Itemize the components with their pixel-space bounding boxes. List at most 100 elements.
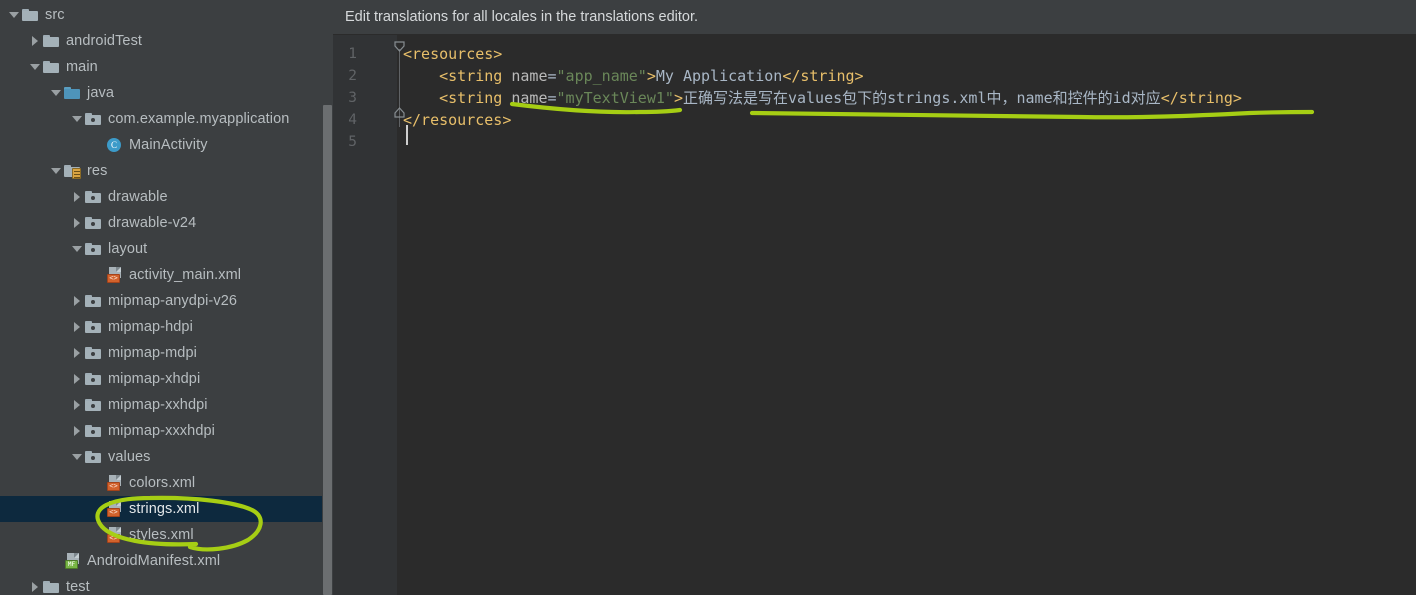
tree-item-test[interactable]: test [0, 574, 333, 595]
tree-item-label: styles.xml [129, 527, 194, 543]
collapse-arrow-icon[interactable] [69, 444, 84, 470]
tree-item-label: java [87, 85, 114, 101]
expand-arrow-icon[interactable] [69, 366, 84, 392]
tree-item-label: src [45, 7, 65, 23]
code-token: name [511, 89, 548, 107]
tree-item-label: mipmap-anydpi-v26 [108, 293, 238, 309]
code-token: <string [439, 67, 503, 85]
code-token: > [673, 89, 683, 107]
line-number: 2 [348, 68, 357, 84]
tree-item-java[interactable]: java [0, 80, 333, 106]
tree-item-label: layout [108, 241, 148, 257]
expand-arrow-icon[interactable] [69, 340, 84, 366]
tree-item-mipmap-anydpi-v26[interactable]: mipmap-anydpi-v26 [0, 288, 333, 314]
expand-arrow-icon[interactable] [69, 418, 84, 444]
tree-item-label: mipmap-xhdpi [108, 371, 201, 387]
folder-icon [63, 85, 82, 101]
tree-item-mainactivity[interactable]: C MainActivity [0, 132, 333, 158]
line-number: 3 [348, 90, 357, 106]
collapse-arrow-icon[interactable] [69, 236, 84, 262]
folder-icon [84, 449, 103, 465]
collapse-arrow-icon[interactable] [6, 2, 21, 28]
collapse-arrow-icon[interactable] [27, 54, 42, 80]
tree-item-androidmanifest-xml[interactable]: MF AndroidManifest.xml [0, 548, 333, 574]
line-number-gutter: 1 2 3 4 5 [333, 35, 397, 595]
tree-item-src[interactable]: src [0, 2, 333, 28]
tree-item-main[interactable]: main [0, 54, 333, 80]
folder-icon [84, 215, 103, 231]
collapse-arrow-icon[interactable] [48, 158, 63, 184]
folder-icon [84, 423, 103, 439]
code-token: name [511, 67, 548, 85]
code-token: </string> [782, 67, 864, 85]
tree-item-strings-xml[interactable]: <> strings.xml [0, 496, 333, 522]
java-class-icon: C [105, 137, 124, 153]
code-line[interactable]: </resources> [403, 109, 511, 131]
tree-item-label: androidTest [66, 33, 143, 49]
folder-icon [84, 111, 103, 127]
code-line[interactable]: <string name="myTextView1">正确写法是写在values… [403, 87, 1242, 109]
line-number: 4 [348, 112, 357, 128]
sidebar-scrollbar-thumb[interactable] [323, 105, 332, 595]
expand-arrow-icon[interactable] [69, 288, 84, 314]
tree-item-label: activity_main.xml [129, 267, 242, 283]
tree-item-mipmap-mdpi[interactable]: mipmap-mdpi [0, 340, 333, 366]
tree-item-styles-xml[interactable]: <> styles.xml [0, 522, 333, 548]
folder-icon [84, 293, 103, 309]
tree-item-androidtest[interactable]: androidTest [0, 28, 333, 54]
tree-item-mipmap-hdpi[interactable]: mipmap-hdpi [0, 314, 333, 340]
tree-item-res[interactable]: res [0, 158, 333, 184]
collapse-arrow-icon[interactable] [69, 106, 84, 132]
tree-item-colors-xml[interactable]: <> colors.xml [0, 470, 333, 496]
project-tree-panel: src androidTest main java com.example.myappl… [0, 0, 333, 595]
tree-item-label: mipmap-xxhdpi [108, 397, 208, 413]
folder-icon [84, 397, 103, 413]
tree-item-mipmap-xxxhdpi[interactable]: mipmap-xxxhdpi [0, 418, 333, 444]
collapse-arrow-icon[interactable] [48, 80, 63, 106]
xml-file-icon: <> [105, 527, 124, 543]
tree-item-com-example-myapplication[interactable]: com.example.myapplication [0, 106, 333, 132]
code-line[interactable]: <resources> [403, 43, 502, 65]
tree-item-drawable-v24[interactable]: drawable-v24 [0, 210, 333, 236]
text-caret [406, 125, 408, 145]
tree-item-label: strings.xml [129, 501, 200, 517]
code-token: > [646, 67, 656, 85]
code-editor-panel: Edit translations for all locales in the… [333, 0, 1416, 595]
tree-item-label: AndroidManifest.xml [87, 553, 221, 569]
res-folder-icon [63, 163, 82, 179]
folder-icon [84, 345, 103, 361]
notification-message: Edit translations for all locales in the… [345, 9, 699, 25]
tree-item-label: drawable [108, 189, 168, 205]
code-token: <string [439, 89, 503, 107]
tree-item-layout[interactable]: layout [0, 236, 333, 262]
code-token: 正确写法是写在values包下的strings.xml中，name和控件的id对… [682, 89, 1161, 107]
xml-file-icon: <> [105, 475, 124, 491]
android-studio-window: src androidTest main java com.example.myappl… [0, 0, 1416, 595]
folder-icon [42, 59, 61, 75]
project-tree: src androidTest main java com.example.myappl… [0, 0, 333, 595]
code-token: = [547, 67, 557, 85]
expand-arrow-icon[interactable] [69, 392, 84, 418]
expand-arrow-icon[interactable] [69, 210, 84, 236]
code-token: = [547, 89, 557, 107]
expand-arrow-icon[interactable] [69, 314, 84, 340]
tree-item-activity-main-xml[interactable]: <> activity_main.xml [0, 262, 333, 288]
expand-arrow-icon[interactable] [27, 574, 42, 595]
code-token: </string> [1160, 89, 1242, 107]
tree-item-label: values [108, 449, 151, 465]
expand-arrow-icon[interactable] [69, 184, 84, 210]
tree-item-mipmap-xxhdpi[interactable]: mipmap-xxhdpi [0, 392, 333, 418]
code-line[interactable]: <string name="app_name">My Application</… [403, 65, 864, 87]
tree-item-values[interactable]: values [0, 444, 333, 470]
expand-arrow-icon[interactable] [27, 28, 42, 54]
tree-item-mipmap-xhdpi[interactable]: mipmap-xhdpi [0, 366, 333, 392]
tree-item-drawable[interactable]: drawable [0, 184, 333, 210]
code-token: "app_name" [556, 67, 647, 85]
code-area[interactable]: 12345 <resources> <string name="app_name… [333, 35, 1416, 595]
manifest-file-icon: MF [63, 553, 82, 569]
